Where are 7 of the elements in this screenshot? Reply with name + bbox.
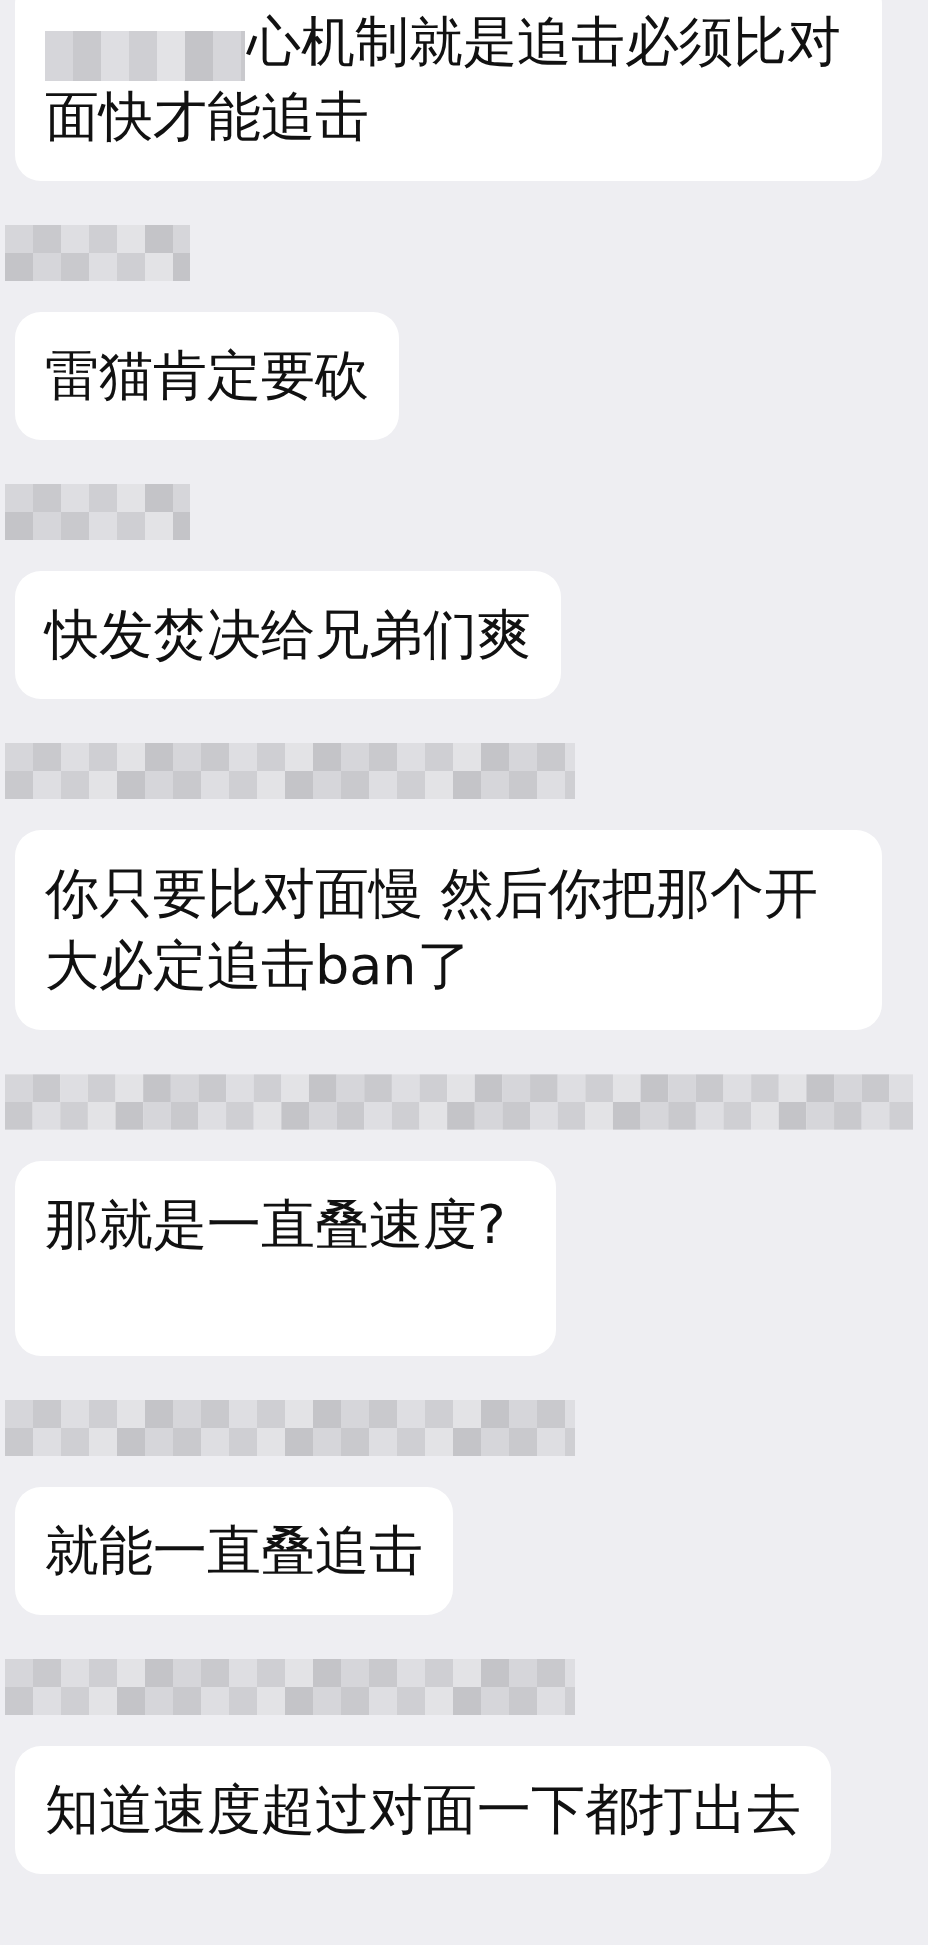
message-text: 那就是一直叠速度? [45, 1192, 506, 1256]
message-text: 知道速度超过对面一下都打出去 [45, 1777, 801, 1841]
message-text: 快发焚决给兄弟们爽 [45, 602, 531, 666]
message-text: 雷猫肯定要砍 [45, 343, 369, 407]
message-text: 心机制就是追击必须比对面快才能追击 [45, 10, 841, 148]
message-text: 就能一直叠追击 [45, 1518, 423, 1582]
message-text: 你只要比对面慢 然后你把那个开大必定追击ban了 [45, 861, 819, 997]
